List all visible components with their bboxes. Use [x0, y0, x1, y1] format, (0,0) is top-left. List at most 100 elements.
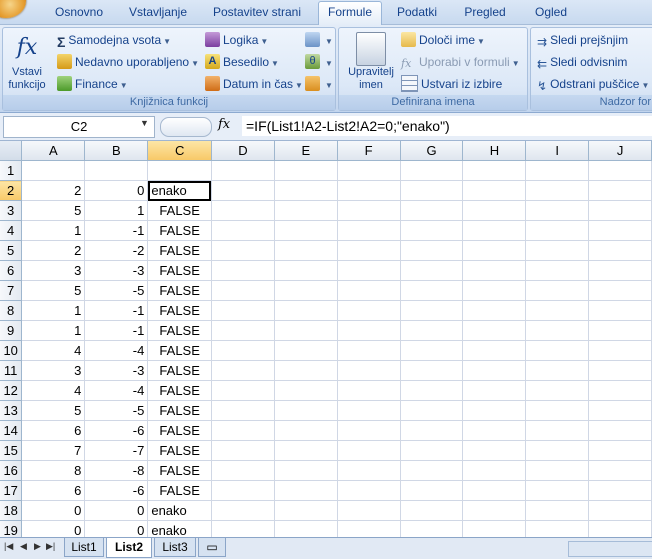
cell-empty[interactable]	[588, 340, 652, 361]
cell-empty[interactable]	[588, 280, 652, 301]
cell-b[interactable]: -8	[84, 460, 149, 481]
cell-a[interactable]: 1	[21, 320, 86, 341]
cell-empty[interactable]	[462, 320, 527, 341]
cell-c[interactable]: FALSE	[147, 300, 212, 321]
cell-c[interactable]: FALSE	[147, 400, 212, 421]
tab-vstavljanje[interactable]: Vstavljanje	[118, 2, 198, 23]
cell-empty[interactable]	[337, 280, 401, 301]
cell-empty[interactable]	[337, 340, 401, 361]
cell-empty[interactable]	[462, 200, 527, 221]
cell-empty[interactable]	[337, 200, 401, 221]
cell-c[interactable]: enako	[147, 180, 212, 201]
prev-sheet-icon[interactable]: ◀	[20, 541, 27, 552]
cell-c[interactable]: FALSE	[147, 480, 212, 501]
cell-a[interactable]: 3	[21, 360, 86, 381]
cell-empty[interactable]	[274, 320, 338, 341]
cell-empty[interactable]	[525, 460, 590, 481]
cell-empty[interactable]	[525, 380, 590, 401]
cell-empty[interactable]	[274, 300, 338, 321]
tab-podatki[interactable]: Podatki	[386, 2, 448, 23]
cell-empty[interactable]	[462, 280, 527, 301]
cell-empty[interactable]	[211, 200, 275, 221]
use-in-formula-button[interactable]: fx Uporabi v formuli ▼	[401, 52, 520, 72]
row-header[interactable]: 1	[0, 160, 23, 181]
cell-empty[interactable]	[525, 320, 590, 341]
select-all-corner[interactable]	[0, 141, 23, 161]
cell-empty[interactable]	[337, 400, 401, 421]
cell-b[interactable]: -2	[84, 240, 149, 261]
cell-c[interactable]: FALSE	[147, 440, 212, 461]
row-header[interactable]: 18	[0, 500, 23, 521]
cell-empty[interactable]	[400, 280, 464, 301]
cell-empty[interactable]	[274, 500, 338, 521]
cell-empty[interactable]	[400, 340, 464, 361]
insert-function-fx-button[interactable]: fx	[218, 117, 230, 132]
sheet-tab-list1[interactable]: List1	[64, 538, 104, 557]
name-manager-button[interactable]: Upravitelj imen	[343, 32, 399, 92]
cell-b[interactable]: 1	[84, 200, 149, 221]
cell-empty[interactable]	[337, 440, 401, 461]
row-header[interactable]: 5	[0, 240, 23, 261]
cell-empty[interactable]	[211, 220, 275, 241]
cell-b[interactable]: -6	[84, 420, 149, 441]
cell-empty[interactable]	[274, 440, 338, 461]
row-header[interactable]: 7	[0, 280, 23, 301]
cell-empty[interactable]	[462, 380, 527, 401]
insert-function-button[interactable]: fx Vstavi funkcijo	[5, 32, 49, 92]
cell-empty[interactable]	[211, 260, 275, 281]
cell-empty[interactable]	[588, 200, 652, 221]
horizontal-scrollbar[interactable]	[568, 541, 652, 557]
remove-arrows-button[interactable]: ↯ Odstrani puščice ▼	[537, 74, 649, 94]
cell-empty[interactable]	[588, 320, 652, 341]
math-trig-button[interactable]: θ ▼	[305, 52, 333, 72]
cell-b[interactable]: -4	[84, 380, 149, 401]
cell-a[interactable]: 7	[21, 440, 86, 461]
cell-c[interactable]: FALSE	[147, 460, 212, 481]
cell-empty[interactable]	[462, 440, 527, 461]
cell-empty[interactable]	[462, 220, 527, 241]
cell-empty[interactable]	[274, 180, 338, 201]
cell-empty[interactable]	[400, 400, 464, 421]
cell-empty[interactable]	[337, 500, 401, 521]
cell-empty[interactable]	[211, 460, 275, 481]
cell-empty[interactable]	[525, 500, 590, 521]
cell-empty[interactable]	[274, 360, 338, 381]
cell-c[interactable]: FALSE	[147, 200, 212, 221]
cell-empty[interactable]	[462, 420, 527, 441]
cell-a[interactable]: 2	[21, 240, 86, 261]
cell-empty[interactable]	[525, 420, 590, 441]
cell-empty[interactable]	[588, 440, 652, 461]
financial-button[interactable]: Finance ▼	[57, 74, 128, 94]
row-header[interactable]: 13	[0, 400, 23, 421]
cell-empty[interactable]	[400, 440, 464, 461]
row-header[interactable]: 17	[0, 480, 23, 501]
cell-empty[interactable]	[211, 340, 275, 361]
cell-a[interactable]: 0	[21, 500, 86, 521]
cell-empty[interactable]	[400, 180, 464, 201]
tab-ogled[interactable]: Ogled	[520, 2, 582, 23]
cell-empty[interactable]	[462, 500, 527, 521]
cell-empty[interactable]	[274, 160, 338, 181]
cell-b[interactable]: -3	[84, 360, 149, 381]
cell-empty[interactable]	[400, 200, 464, 221]
cell-b[interactable]: -7	[84, 440, 149, 461]
cell-empty[interactable]	[588, 460, 652, 481]
cell-empty[interactable]	[400, 360, 464, 381]
column-header-g[interactable]: G	[400, 141, 464, 161]
cell-empty[interactable]	[274, 380, 338, 401]
cell-empty[interactable]	[462, 300, 527, 321]
cell-c[interactable]: FALSE	[147, 340, 212, 361]
more-functions-button[interactable]: ▼	[305, 74, 333, 94]
cell-empty[interactable]	[588, 160, 652, 181]
cell-b[interactable]: 0	[84, 500, 149, 521]
column-header-j[interactable]: J	[588, 141, 652, 161]
cell-empty[interactable]	[211, 180, 275, 201]
column-header-b[interactable]: B	[84, 141, 149, 161]
date-time-button[interactable]: Datum in čas ▼	[205, 74, 303, 94]
cell-empty[interactable]	[462, 480, 527, 501]
tab-osnovno[interactable]: Osnovno	[42, 2, 116, 23]
column-header-h[interactable]: H	[462, 141, 527, 161]
cell-empty[interactable]	[462, 400, 527, 421]
cell-c[interactable]: FALSE	[147, 320, 212, 341]
cell-empty[interactable]	[337, 160, 401, 181]
